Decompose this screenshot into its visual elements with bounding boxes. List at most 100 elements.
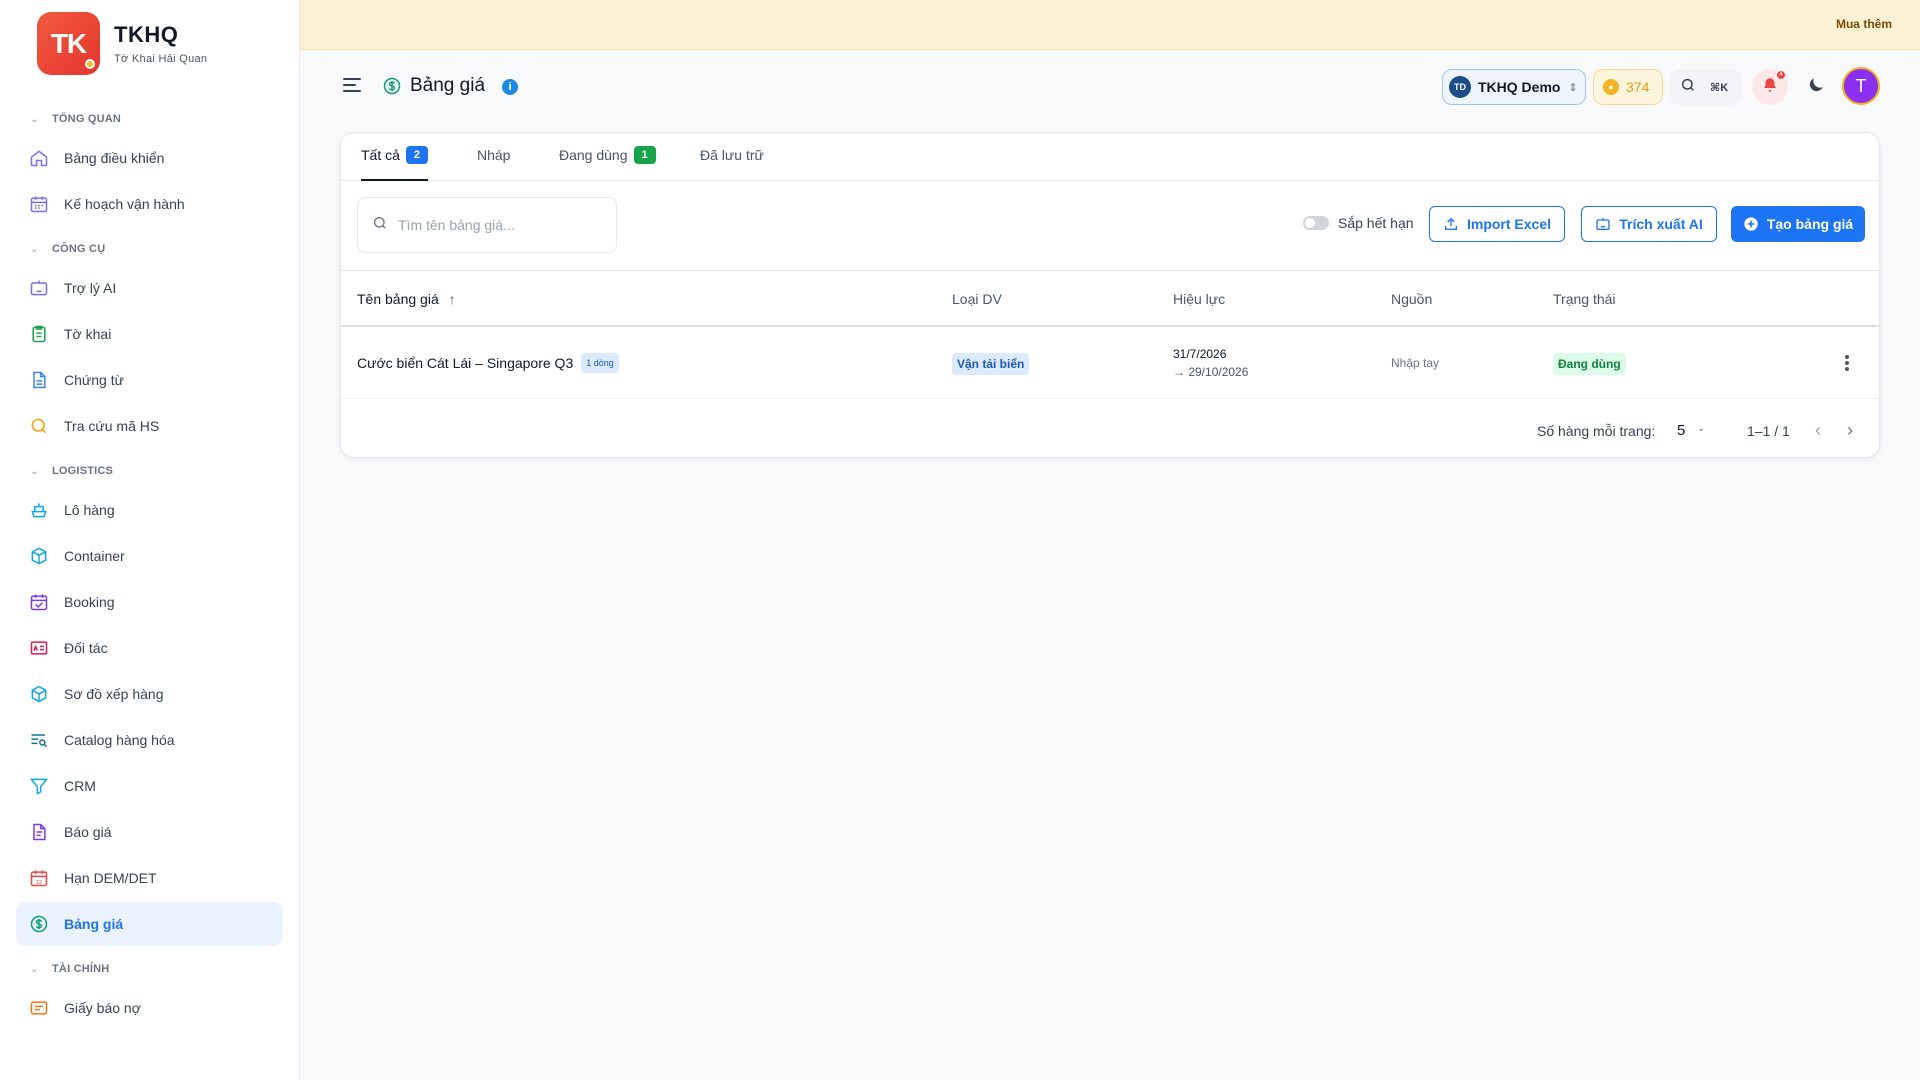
sidebar-item-hs-lookup[interactable]: Tra cứu mã HS [16,404,283,448]
tab-bar: Tất cả 2 Nháp Đang dùng 1 Đã lưu trữ [341,133,1879,181]
sidebar-item-dem-det[interactable]: 12 Hạn DEM/DET [16,856,283,900]
sidebar-item-dashboard[interactable]: Bảng điều khiển [16,136,283,180]
search-input[interactable] [398,217,598,233]
row-actions-menu-icon[interactable] [1845,355,1849,371]
coin-balance[interactable]: ● 374 [1593,69,1663,105]
sidebar-item-stowage-plan[interactable]: Sơ đồ xếp hàng [16,672,283,716]
sidebar-item-ai-assistant[interactable]: Trợ lý AI [16,266,283,310]
list-search-icon [28,729,50,751]
import-excel-button[interactable]: Import Excel [1429,206,1565,242]
notifications-button[interactable]: 4 [1752,69,1788,105]
sidebar-item-label: CRM [64,778,96,794]
sidebar-item-price-list[interactable]: Bảng giá [16,902,283,946]
sidebar-item-partners[interactable]: Đối tác [16,626,283,670]
sidebar-item-label: Tờ khai [64,326,112,342]
tab-draft[interactable]: Nháp [477,147,510,181]
line-count-badge: 1 dòng [581,353,619,373]
cube-icon [28,683,50,705]
brand-logo: TK [37,12,100,75]
section-cong-cu[interactable]: ⌄ CÔNG CỤ [16,234,283,264]
table-row[interactable]: Cước biển Cát Lái – Singapore Q3 1 dòng … [341,329,1879,399]
chevron-down-icon: ⌄ [30,113,39,125]
expiring-soon-toggle[interactable]: Sắp hết hạn [1303,215,1414,231]
section-tai-chinh[interactable]: ⌄ TÀI CHÍNH [16,954,283,984]
theme-toggle-button[interactable] [1798,69,1834,105]
chevron-down-icon: ⌄ [30,465,39,477]
org-switcher[interactable]: TD TKHQ Demo ⇕ [1442,69,1586,105]
tab-all[interactable]: Tất cả 2 [361,146,428,181]
pagination: Số hàng mỗi trang: 5 ⌄ 1–1 / 1 ‹ › [341,399,1879,457]
search-icon [1680,77,1696,98]
sidebar-item-crm[interactable]: CRM [16,764,283,808]
sidebar-item-documents[interactable]: Chứng từ [16,358,283,402]
logo-dot [85,59,95,69]
tab-in-use[interactable]: Đang dùng 1 [559,146,656,181]
sidebar-item-label: Trợ lý AI [64,280,117,296]
command-search-button[interactable]: ⌘K [1670,69,1742,105]
column-header-source[interactable]: Nguồn [1391,291,1432,307]
brand[interactable]: TK TKHQ Tờ Khai Hải Quan [37,12,207,75]
section-tong-quan[interactable]: ⌄ TỔNG QUAN [16,104,283,134]
cell-name: Cước biển Cát Lái – Singapore Q3 1 dòng [357,353,619,373]
buy-more-link[interactable]: Mua thêm [1836,17,1892,31]
chevron-right-icon[interactable]: › [1847,420,1853,441]
tab-count-badge: 2 [405,146,428,164]
sidebar-item-label: Kế hoạch vận hành [64,196,185,212]
sidebar-item-label: Sơ đồ xếp hàng [64,686,164,702]
price-list-name[interactable]: Cước biển Cát Lái – Singapore Q3 [357,355,573,371]
tab-label: Tất cả [361,147,400,163]
robot-icon [28,277,50,299]
top-banner: Mua thêm [300,0,1920,50]
sidebar-item-operation-plan[interactable]: Kế hoạch vận hành [16,182,283,226]
section-logistics[interactable]: ⌄ LOGISTICS [16,456,283,486]
cell-service: Vận tải biển [952,353,1030,375]
page-title: Bảng giá [410,75,486,96]
column-header-status[interactable]: Trạng thái [1553,291,1616,307]
sidebar-item-container[interactable]: Container [16,534,283,578]
dollar-circle-icon [28,913,50,935]
cell-source: Nhập tay [1391,356,1440,370]
info-icon[interactable]: i [502,79,518,95]
tab-archived[interactable]: Đã lưu trữ [700,147,764,181]
column-header-validity[interactable]: Hiệu lực [1173,291,1225,307]
chevron-down-icon: ⌄ [30,243,39,255]
search-box[interactable] [357,197,617,253]
sort-arrow-up-icon[interactable]: ↑ [449,291,456,307]
sidebar-item-label: Bảng giá [64,916,124,932]
tab-label: Đang dùng [559,147,628,163]
page-range: 1–1 / 1 [1747,423,1790,439]
chevron-left-icon[interactable]: ‹ [1815,420,1821,441]
sidebar-item-label: Hạn DEM/DET [64,870,157,886]
sidebar-item-quotes[interactable]: Báo giá [16,810,283,854]
home-icon [28,147,50,169]
sidebar-item-label: Giấy báo nợ [64,1000,141,1016]
sidebar-item-label: Tra cứu mã HS [64,418,160,434]
tab-label: Đã lưu trữ [700,147,764,163]
ai-extract-button[interactable]: Trích xuất AI [1581,206,1717,242]
user-avatar[interactable]: T [1842,67,1880,105]
menu-toggle-icon[interactable] [342,77,362,93]
sidebar-item-label: Bảng điều khiển [64,150,165,166]
column-header-name[interactable]: Tên bảng giá ↑ [357,291,456,307]
dollar-circle-icon [382,76,402,96]
shortcut-label: ⌘K [1710,81,1729,94]
table-header: Tên bảng giá ↑ Loại DV Hiệu lực Nguồn Tr… [341,271,1879,327]
search-icon [372,215,388,236]
sidebar-item-shipments[interactable]: Lô hàng [16,488,283,532]
chevron-down-icon: ⌄ [30,963,39,975]
sidebar-item-booking[interactable]: Booking [16,580,283,624]
calendar-date-text: 12 [36,880,42,886]
toggle-label: Sắp hết hạn [1338,215,1414,231]
toggle-switch[interactable] [1303,216,1329,230]
rows-per-page-select[interactable]: 5 [1677,422,1685,439]
notification-badge: 4 [1776,70,1786,80]
sidebar-item-debit-notes[interactable]: Giấy báo nợ [16,986,283,1030]
sidebar-item-catalog[interactable]: Catalog hàng hóa [16,718,283,762]
sidebar-item-declarations[interactable]: Tờ khai [16,312,283,356]
tab-count-badge: 1 [633,146,656,164]
service-type-badge: Vận tải biển [952,353,1030,375]
column-header-service[interactable]: Loại DV [952,291,1002,307]
brand-title: TKHQ [114,22,179,47]
create-price-list-button[interactable]: Tạo bảng giá [1731,206,1865,242]
chevron-down-icon[interactable]: ⌄ [1697,423,1705,434]
